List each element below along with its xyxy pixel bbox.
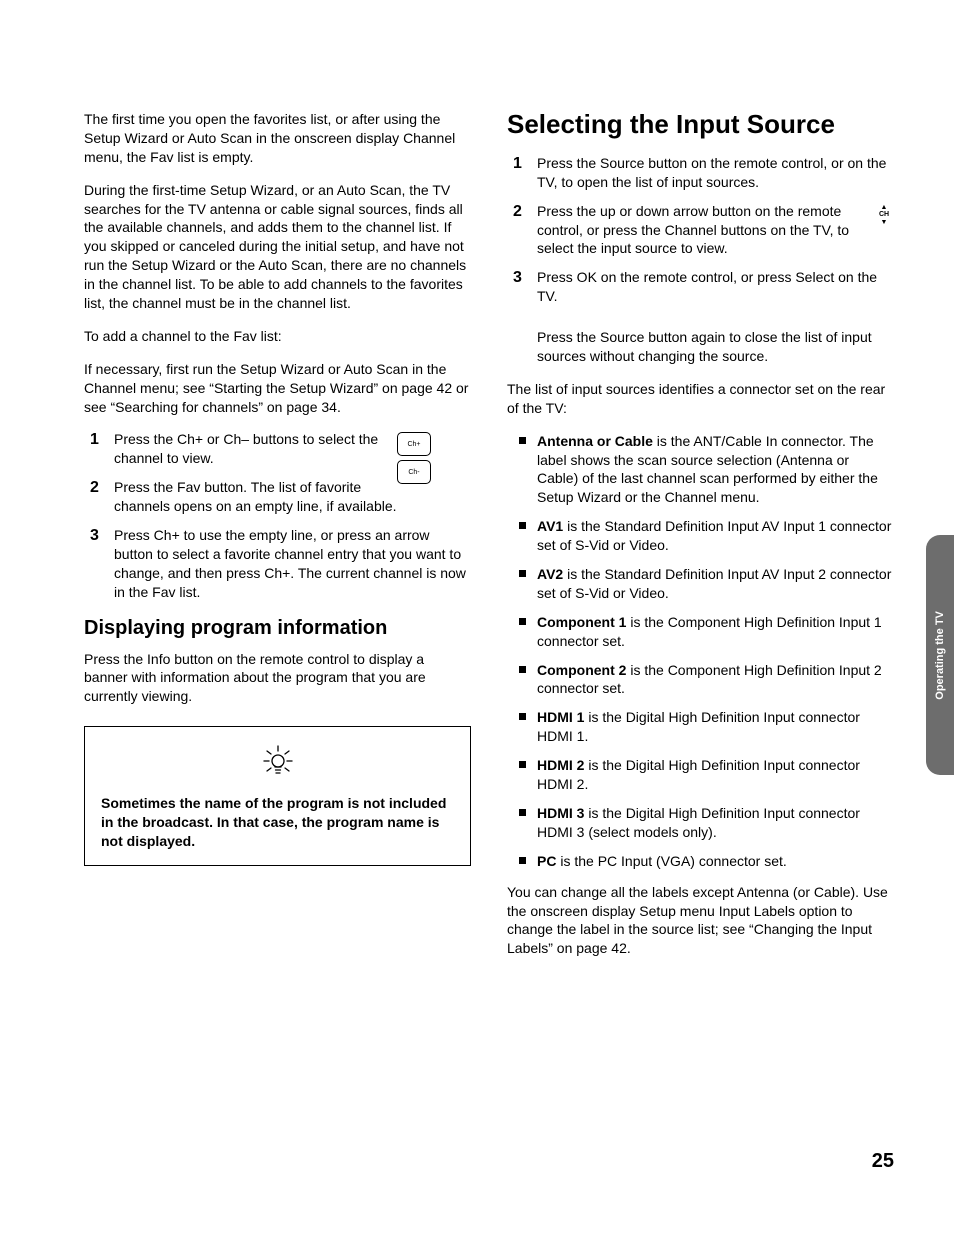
list-item: Component 2 is the Component High Defini…	[507, 661, 894, 699]
step-number: 1	[513, 153, 522, 175]
body-text: During the first-time Setup Wizard, or a…	[84, 181, 471, 313]
step-number: 2	[90, 477, 99, 499]
body-text: If necessary, first run the Setup Wizard…	[84, 360, 471, 417]
step-text: Press the Ch+ or Ch– buttons to select t…	[114, 431, 378, 466]
step-number: 2	[513, 201, 522, 223]
list-item: HDMI 3 is the Digital High Definition In…	[507, 804, 894, 842]
lightbulb-icon	[101, 743, 454, 782]
section-heading-display-info: Displaying program information	[84, 616, 471, 640]
body-text: You can change all the labels except Ant…	[507, 883, 894, 959]
ch-arrow-icon: ▲ CH ▼	[874, 204, 894, 227]
step-number: 3	[513, 267, 522, 289]
body-text: Press the Info button on the remote cont…	[84, 650, 471, 707]
list-item: AV2 is the Standard Definition Input AV …	[507, 565, 894, 603]
body-text: Press the Source button again to close t…	[507, 328, 894, 366]
source-name: Component 1	[537, 614, 626, 630]
step-text: Press OK on the remote control, or press…	[537, 269, 877, 304]
source-desc: is the Digital High Definition Input con…	[537, 805, 860, 840]
body-text: The list of input sources identifies a c…	[507, 380, 894, 418]
source-name: Component 2	[537, 662, 626, 678]
page-number: 25	[872, 1148, 894, 1175]
source-name: HDMI 1	[537, 709, 584, 725]
source-desc: is the PC Input (VGA) connector set.	[556, 853, 786, 869]
source-desc: is the Digital High Definition Input con…	[537, 757, 860, 792]
input-source-list: Antenna or Cable is the ANT/Cable In con…	[507, 432, 894, 871]
step-number: 1	[90, 429, 99, 451]
step-item: 2 ▲ CH ▼ Press the up or down arrow butt…	[507, 202, 894, 259]
source-desc: is the Digital High Definition Input con…	[537, 709, 860, 744]
tip-text: Sometimes the name of the program is not…	[101, 794, 454, 851]
step-text: Press the Source button on the remote co…	[537, 155, 886, 190]
step-text: Press the up or down arrow button on the…	[537, 203, 849, 257]
list-item: HDMI 2 is the Digital High Definition In…	[507, 756, 894, 794]
source-name: AV1	[537, 518, 563, 534]
ch-plus-button-icon: Ch+	[397, 432, 431, 456]
source-name: HDMI 2	[537, 757, 584, 773]
list-item: AV1 is the Standard Definition Input AV …	[507, 517, 894, 555]
step-item: 1 Press the Source button on the remote …	[507, 154, 894, 192]
input-source-steps: 1 Press the Source button on the remote …	[507, 154, 894, 306]
section-tab-label: Operating the TV	[933, 611, 948, 700]
list-item: PC is the PC Input (VGA) connector set.	[507, 852, 894, 871]
fav-list-steps: 1 Ch+ Ch- Press the Ch+ or Ch– buttons t…	[84, 430, 471, 601]
source-desc: is the Standard Definition Input AV Inpu…	[537, 566, 891, 601]
tip-box: Sometimes the name of the program is not…	[84, 726, 471, 866]
step-item: 1 Ch+ Ch- Press the Ch+ or Ch– buttons t…	[84, 430, 471, 468]
source-desc: is the Standard Definition Input AV Inpu…	[537, 518, 891, 553]
step-item: 3 Press Ch+ to use the empty line, or pr…	[84, 526, 471, 602]
source-name: HDMI 3	[537, 805, 584, 821]
list-item: HDMI 1 is the Digital High Definition In…	[507, 708, 894, 746]
step-text: Press the Fav button. The list of favori…	[114, 479, 397, 514]
source-name: AV2	[537, 566, 563, 582]
list-item: Component 1 is the Component High Defini…	[507, 613, 894, 651]
source-name: Antenna or Cable	[537, 433, 653, 449]
step-text: Press Ch+ to use the empty line, or pres…	[114, 527, 466, 600]
step-item: 3 Press OK on the remote control, or pre…	[507, 268, 894, 306]
ch-label: CH	[874, 211, 894, 219]
body-text: To add a channel to the Fav list:	[84, 327, 471, 346]
step-item: 2 Press the Fav button. The list of favo…	[84, 478, 471, 516]
section-tab: Operating the TV	[926, 535, 954, 775]
body-text: The first time you open the favorites li…	[84, 110, 471, 167]
section-heading-input-source: Selecting the Input Source	[507, 110, 894, 140]
source-name: PC	[537, 853, 556, 869]
list-item: Antenna or Cable is the ANT/Cable In con…	[507, 432, 894, 508]
step-number: 3	[90, 525, 99, 547]
